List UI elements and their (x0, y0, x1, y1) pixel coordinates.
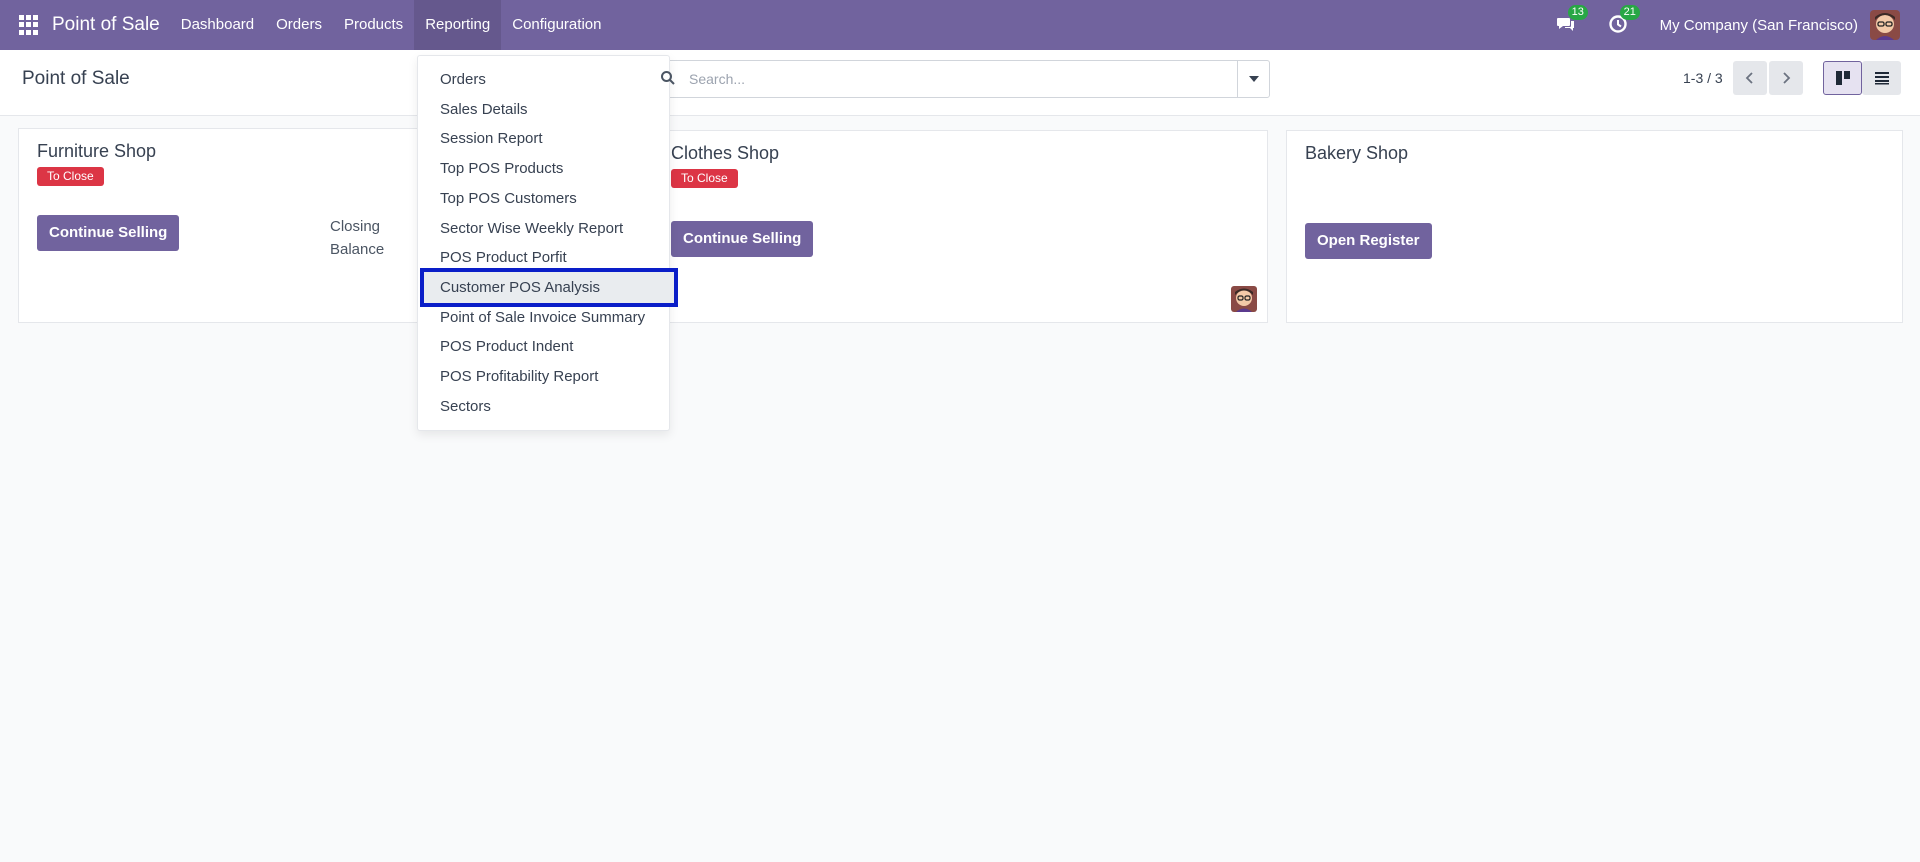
chevron-right-icon (1783, 72, 1791, 84)
menu-item-orders[interactable]: Orders (440, 71, 486, 88)
nav-orders[interactable]: Orders (265, 0, 333, 50)
activities-button[interactable]: 21 (1608, 5, 1640, 36)
open-register-button[interactable]: Open Register (1305, 223, 1432, 259)
menu-item-session-report[interactable]: Session Report (440, 130, 543, 147)
continue-selling-button[interactable]: Continue Selling (37, 215, 180, 251)
nav-reporting[interactable]: Reporting (414, 0, 502, 50)
messages-count-badge: 13 (1567, 5, 1588, 20)
top-navbar: Point of Sale Dashboard Orders Products … (0, 0, 1920, 50)
list-view-button[interactable] (1862, 61, 1901, 95)
control-panel: Point of Sale 1-3 / 3 (0, 50, 1920, 116)
menu-item-sales-details[interactable]: Sales Details (440, 101, 528, 118)
responsible-avatar (1231, 286, 1257, 312)
pos-card-clothes: Clothes Shop To Close Continue Selling (652, 130, 1268, 323)
list-icon (1874, 72, 1889, 85)
menu-item-pos-product-porfit[interactable]: POS Product Porfit (440, 249, 567, 266)
kanban-view-button[interactable] (1823, 61, 1862, 95)
nav-configuration[interactable]: Configuration (501, 0, 612, 50)
status-badge: To Close (671, 169, 738, 188)
closing-label: Closing (330, 218, 381, 235)
status-badge: To Close (37, 167, 104, 186)
search-input[interactable] (689, 71, 1209, 87)
messages-button[interactable]: 13 (1556, 5, 1588, 36)
pos-card-bakery: Bakery Shop Open Register (1286, 130, 1903, 323)
menu-item-top-pos-products[interactable]: Top POS Products (440, 160, 563, 177)
reporting-dropdown-menu: Orders Sales Details Session Report Top … (417, 55, 678, 431)
pager-next-button[interactable] (1769, 61, 1803, 95)
menu-item-pos-profitability-report[interactable]: POS Profitability Report (440, 368, 598, 385)
menu-item-sectors[interactable]: Sectors (440, 398, 491, 415)
kanban-icon (1835, 71, 1850, 85)
menu-item-pos-product-indent[interactable]: POS Product Indent (440, 338, 573, 355)
activities-count-badge: 21 (1619, 5, 1640, 20)
continue-selling-button[interactable]: Continue Selling (671, 221, 814, 257)
pager-value[interactable]: 1-3 / 3 (1683, 70, 1723, 86)
search-icon (661, 71, 675, 85)
page-title: Point of Sale (22, 68, 130, 89)
search-bar[interactable] (650, 60, 1270, 98)
card-title[interactable]: Bakery Shop (1305, 143, 1408, 164)
card-title[interactable]: Clothes Shop (671, 143, 779, 164)
apps-grid-icon[interactable] (19, 15, 39, 35)
nav-products[interactable]: Products (333, 0, 414, 50)
user-avatar[interactable] (1870, 10, 1900, 40)
caret-down-icon (1248, 76, 1259, 82)
nav-dashboard[interactable]: Dashboard (170, 0, 265, 50)
search-options-toggle[interactable] (1237, 61, 1269, 97)
menu-item-customer-pos-analysis[interactable]: Customer POS Analysis (440, 279, 600, 296)
menu-item-sector-wise-weekly-report[interactable]: Sector Wise Weekly Report (440, 220, 623, 237)
menu-item-top-pos-customers[interactable]: Top POS Customers (440, 190, 577, 207)
app-brand[interactable]: Point of Sale (52, 14, 160, 36)
balance-label: Balance (330, 241, 385, 258)
company-switcher[interactable]: My Company (San Francisco) (1660, 17, 1858, 34)
pos-card-furniture: Furniture Shop To Close Continue Selling… (18, 128, 438, 323)
pager-previous-button[interactable] (1733, 61, 1767, 95)
menu-item-pos-invoice-summary[interactable]: Point of Sale Invoice Summary (440, 309, 645, 326)
card-title[interactable]: Furniture Shop (37, 141, 156, 162)
chevron-left-icon (1745, 72, 1753, 84)
